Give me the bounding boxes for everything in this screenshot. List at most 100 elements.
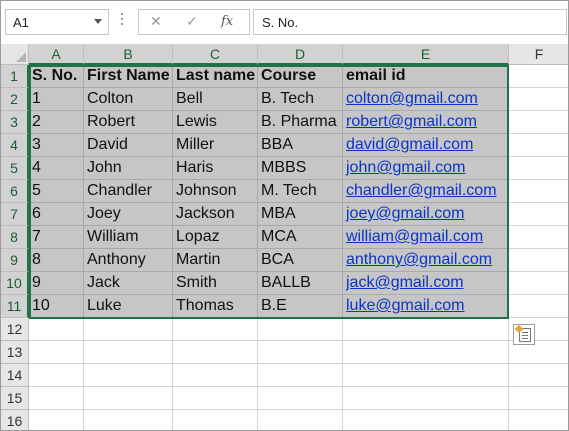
table-cell[interactable] bbox=[509, 249, 568, 272]
table-cell[interactable]: Anthony bbox=[84, 249, 173, 272]
table-cell[interactable]: William bbox=[84, 226, 173, 249]
table-cell[interactable] bbox=[84, 318, 173, 341]
email-link-cell[interactable]: chandler@gmail.com bbox=[343, 180, 509, 203]
table-cell[interactable]: Lewis bbox=[173, 111, 258, 134]
column-header-f[interactable]: F bbox=[509, 44, 568, 65]
table-cell[interactable] bbox=[509, 272, 568, 295]
table-cell[interactable] bbox=[29, 410, 84, 430]
table-cell[interactable]: M. Tech bbox=[258, 180, 343, 203]
table-cell[interactable]: 4 bbox=[29, 157, 84, 180]
table-cell[interactable] bbox=[173, 318, 258, 341]
select-all-corner[interactable] bbox=[1, 44, 29, 65]
table-header-cell[interactable]: email id bbox=[343, 65, 509, 88]
email-link-cell[interactable]: john@gmail.com bbox=[343, 157, 509, 180]
table-cell[interactable] bbox=[509, 295, 568, 318]
column-header-c[interactable]: C bbox=[173, 44, 258, 65]
table-cell[interactable]: 5 bbox=[29, 180, 84, 203]
table-cell[interactable]: Jackson bbox=[173, 203, 258, 226]
email-link-cell[interactable]: colton@gmail.com bbox=[343, 88, 509, 111]
table-cell[interactable] bbox=[258, 387, 343, 410]
enter-icon[interactable]: ✓ bbox=[186, 13, 198, 30]
table-cell[interactable]: MCA bbox=[258, 226, 343, 249]
table-cell[interactable]: Martin bbox=[173, 249, 258, 272]
table-cell[interactable]: John bbox=[84, 157, 173, 180]
table-cell[interactable] bbox=[343, 341, 509, 364]
row-header-15[interactable]: 15 bbox=[1, 387, 29, 410]
row-header-2[interactable]: 2 bbox=[1, 88, 29, 111]
fx-icon[interactable]: fx bbox=[221, 14, 233, 29]
table-cell[interactable] bbox=[84, 410, 173, 430]
table-cell[interactable] bbox=[509, 180, 568, 203]
dropdown-arrow-icon[interactable] bbox=[94, 19, 102, 24]
table-cell[interactable] bbox=[509, 226, 568, 249]
cancel-icon[interactable]: ✕ bbox=[150, 13, 162, 30]
table-cell[interactable] bbox=[29, 364, 84, 387]
table-cell[interactable]: BCA bbox=[258, 249, 343, 272]
table-cell[interactable] bbox=[173, 387, 258, 410]
table-cell[interactable]: 2 bbox=[29, 111, 84, 134]
table-cell[interactable] bbox=[258, 341, 343, 364]
table-cell[interactable] bbox=[509, 65, 568, 88]
table-cell[interactable] bbox=[343, 364, 509, 387]
table-cell[interactable] bbox=[29, 387, 84, 410]
table-cell[interactable] bbox=[258, 410, 343, 430]
table-cell[interactable] bbox=[29, 318, 84, 341]
table-cell[interactable]: BALLB bbox=[258, 272, 343, 295]
table-cell[interactable]: B. Tech bbox=[258, 88, 343, 111]
table-cell[interactable] bbox=[509, 157, 568, 180]
table-cell[interactable] bbox=[509, 203, 568, 226]
name-box[interactable]: A1 bbox=[5, 9, 109, 35]
table-header-cell[interactable]: Last name bbox=[173, 65, 258, 88]
formula-bar-resize-handle[interactable] bbox=[121, 13, 124, 31]
row-header-13[interactable]: 13 bbox=[1, 341, 29, 364]
table-cell[interactable]: Colton bbox=[84, 88, 173, 111]
table-cell[interactable]: Smith bbox=[173, 272, 258, 295]
table-cell[interactable] bbox=[343, 387, 509, 410]
table-cell[interactable] bbox=[509, 387, 568, 410]
quick-analysis-icon[interactable] bbox=[513, 324, 535, 345]
table-cell[interactable] bbox=[84, 364, 173, 387]
table-cell[interactable] bbox=[173, 410, 258, 430]
table-cell[interactable]: 7 bbox=[29, 226, 84, 249]
column-header-b[interactable]: B bbox=[84, 44, 173, 65]
table-cell[interactable]: BBA bbox=[258, 134, 343, 157]
column-header-a[interactable]: A bbox=[29, 44, 84, 65]
row-header-9[interactable]: 9 bbox=[1, 249, 29, 272]
table-cell[interactable]: Chandler bbox=[84, 180, 173, 203]
email-link-cell[interactable]: joey@gmail.com bbox=[343, 203, 509, 226]
formula-input[interactable]: S. No. bbox=[253, 9, 567, 35]
table-cell[interactable]: Luke bbox=[84, 295, 173, 318]
table-cell[interactable]: 10 bbox=[29, 295, 84, 318]
table-cell[interactable]: Joey bbox=[84, 203, 173, 226]
email-link-cell[interactable]: robert@gmail.com bbox=[343, 111, 509, 134]
row-header-8[interactable]: 8 bbox=[1, 226, 29, 249]
table-cell[interactable] bbox=[509, 134, 568, 157]
table-cell[interactable]: Haris bbox=[173, 157, 258, 180]
table-cell[interactable] bbox=[173, 364, 258, 387]
email-link-cell[interactable]: david@gmail.com bbox=[343, 134, 509, 157]
table-cell[interactable] bbox=[509, 364, 568, 387]
table-cell[interactable]: Lopaz bbox=[173, 226, 258, 249]
row-header-12[interactable]: 12 bbox=[1, 318, 29, 341]
table-cell[interactable] bbox=[84, 341, 173, 364]
row-header-10[interactable]: 10 bbox=[1, 272, 29, 295]
table-cell[interactable]: MBBS bbox=[258, 157, 343, 180]
row-header-16[interactable]: 16 bbox=[1, 410, 29, 430]
email-link-cell[interactable]: jack@gmail.com bbox=[343, 272, 509, 295]
table-header-cell[interactable]: Course bbox=[258, 65, 343, 88]
table-cell[interactable]: MBA bbox=[258, 203, 343, 226]
table-cell[interactable]: David bbox=[84, 134, 173, 157]
row-header-4[interactable]: 4 bbox=[1, 134, 29, 157]
table-cell[interactable]: Johnson bbox=[173, 180, 258, 203]
table-cell[interactable]: Bell bbox=[173, 88, 258, 111]
email-link-cell[interactable]: anthony@gmail.com bbox=[343, 249, 509, 272]
row-header-6[interactable]: 6 bbox=[1, 180, 29, 203]
table-cell[interactable]: Jack bbox=[84, 272, 173, 295]
table-cell[interactable] bbox=[84, 387, 173, 410]
table-cell[interactable]: 6 bbox=[29, 203, 84, 226]
row-header-7[interactable]: 7 bbox=[1, 203, 29, 226]
table-cell[interactable]: 8 bbox=[29, 249, 84, 272]
row-header-14[interactable]: 14 bbox=[1, 364, 29, 387]
table-cell[interactable] bbox=[29, 341, 84, 364]
table-cell[interactable] bbox=[173, 341, 258, 364]
